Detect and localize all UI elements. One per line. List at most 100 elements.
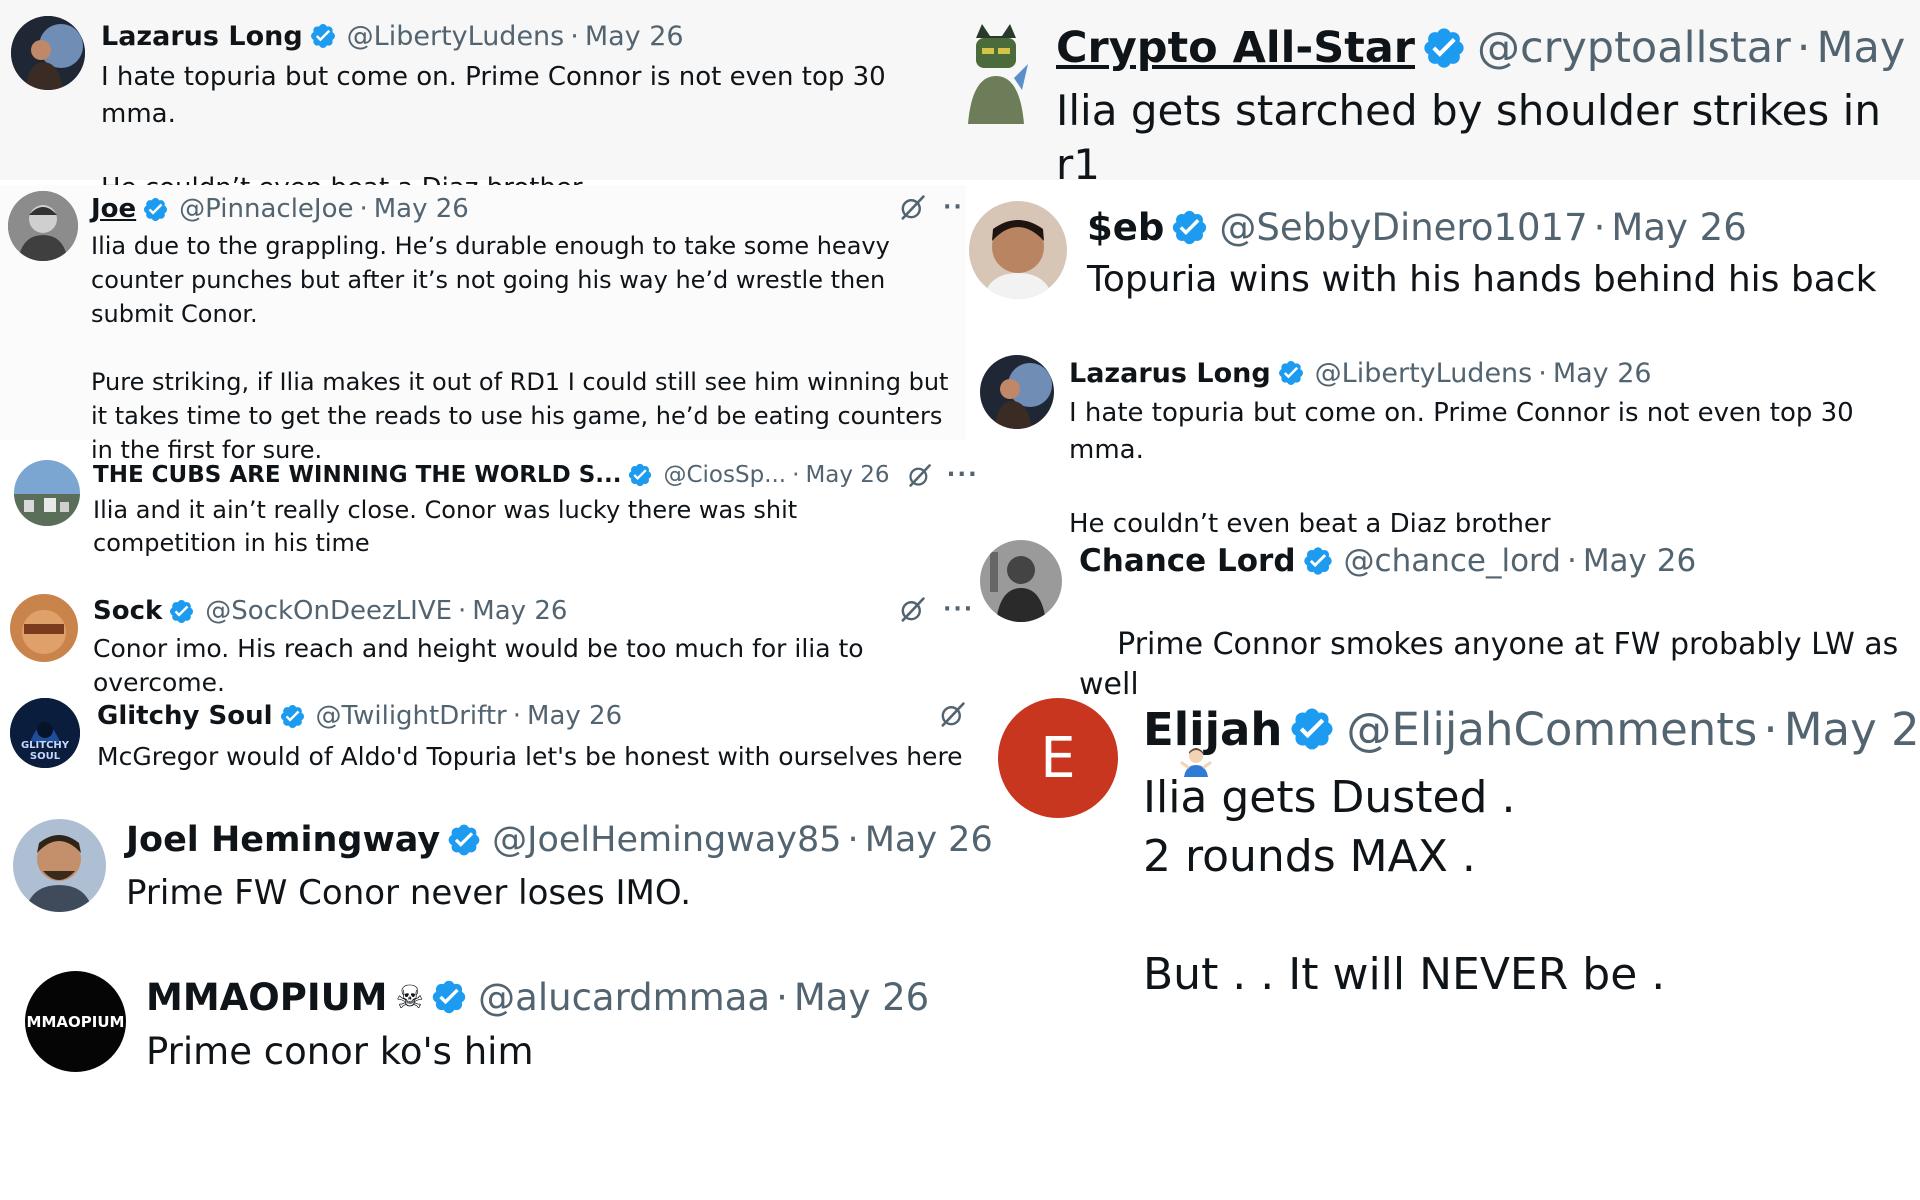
verified-badge-icon: [430, 978, 468, 1016]
verified-badge-icon: [1277, 359, 1305, 387]
avatar[interactable]: E: [998, 698, 1118, 818]
avatar[interactable]: [980, 355, 1054, 429]
verified-badge-icon: [627, 462, 653, 488]
avatar[interactable]: [11, 16, 85, 90]
avatar-image: [969, 201, 1067, 299]
avatar[interactable]: GLITCHY SOUL: [10, 698, 80, 768]
display-name[interactable]: Elijah: [1143, 703, 1282, 756]
tweet-card[interactable]: Crypto All-Star @cryptoallstar · May 26 …: [960, 0, 1920, 189]
timestamp[interactable]: May 26: [585, 21, 684, 52]
avatar-image: [980, 355, 1054, 429]
verified-badge-icon: [309, 22, 337, 50]
verified-badge-icon: [1302, 545, 1334, 577]
tweet-text: Prime conor ko's him: [146, 1030, 534, 1073]
avatar[interactable]: [14, 460, 80, 526]
grok-icon[interactable]: [898, 595, 927, 624]
tweet-card[interactable]: Lazarus Long @LibertyLudens · May 26 I h…: [0, 0, 966, 203]
display-name[interactable]: $eb: [1087, 206, 1164, 249]
verified-badge-icon: [168, 598, 195, 625]
avatar[interactable]: [8, 191, 78, 261]
tweet-card[interactable]: Joe @PinnacleJoe · May 26 ·· Ilia due to…: [0, 185, 966, 464]
tweet-text: Ilia and it ain’t really close. Conor wa…: [93, 496, 805, 557]
display-name[interactable]: Crypto All-Star: [1056, 23, 1415, 73]
timestamp[interactable]: May 26: [472, 596, 567, 626]
handle[interactable]: @PinnacleJoe: [179, 194, 353, 224]
separator-dot: ·: [1763, 702, 1778, 756]
timestamp[interactable]: May 26: [1583, 543, 1696, 579]
tweet-card[interactable]: Joel Hemingway @JoelHemingway85 · May 26…: [0, 805, 993, 925]
tweet-card[interactable]: Sock @SockOnDeezLIVE · May 26 ··· Conor …: [0, 585, 972, 697]
verified-badge-icon: [1421, 25, 1467, 71]
avatar-image: [13, 819, 106, 912]
verified-badge-icon: [446, 822, 482, 858]
handle[interactable]: @SockOnDeezLIVE: [205, 596, 452, 626]
handle[interactable]: @TwilightDriftr: [316, 701, 507, 731]
verified-badge-icon: [142, 196, 169, 223]
tweet-card[interactable]: $eb @SebbyDinero1017 · May 26 Topuria wi…: [960, 195, 1920, 325]
skull-crossbones-icon: ☠: [395, 978, 425, 1016]
separator-dot: ·: [847, 820, 859, 860]
separator-dot: ·: [1593, 205, 1606, 249]
timestamp[interactable]: May 26: [805, 462, 889, 488]
display-name[interactable]: Lazarus Long: [101, 21, 303, 52]
avatar[interactable]: [13, 819, 106, 912]
handle[interactable]: @LibertyLudens: [1315, 358, 1533, 389]
separator-dot: ·: [359, 194, 368, 224]
grok-icon[interactable]: [898, 193, 927, 222]
tweet-text: I hate topuria but come on. Prime Connor…: [1069, 398, 1854, 539]
avatar[interactable]: MMAOPIUM: [25, 971, 126, 1072]
display-name[interactable]: Joe: [91, 194, 136, 224]
separator-dot: ·: [1566, 543, 1577, 579]
avatar-image: [11, 16, 85, 90]
timestamp[interactable]: May 26: [527, 701, 622, 731]
handle[interactable]: @alucardmmaa: [478, 976, 770, 1019]
tweet-card[interactable]: Chance Lord @chance_lord · May 26 Prime …: [960, 530, 1920, 777]
verified-badge-icon: [279, 703, 306, 730]
timestamp[interactable]: May 26: [1553, 358, 1652, 389]
tweet-text: McGregor would of Aldo'd Topuria let's b…: [97, 742, 963, 771]
tweet-text: Prime FW Conor never loses IMO.: [126, 873, 692, 913]
handle[interactable]: @chance_lord: [1344, 543, 1561, 579]
tweet-text: Ilia gets Dusted . 2 rounds MAX . But . …: [1143, 772, 1666, 1000]
separator-dot: ·: [1796, 23, 1811, 73]
handle[interactable]: @CiosSp...: [663, 462, 786, 488]
avatar[interactable]: [10, 594, 78, 662]
avatar-image: [980, 540, 1062, 622]
grok-icon[interactable]: [906, 462, 933, 489]
avatar-image: [8, 191, 78, 261]
avatar-image: [960, 20, 1032, 124]
handle[interactable]: @SebbyDinero1017: [1219, 206, 1587, 249]
tweet-card[interactable]: E Elijah @ElijahComments · May 26 Ilia g…: [960, 680, 1920, 1040]
timestamp[interactable]: May 26: [794, 976, 929, 1019]
display-name[interactable]: Joel Hemingway: [126, 820, 440, 860]
timestamp[interactable]: May 26: [1816, 23, 1920, 73]
avatar-text: GLITCHY SOUL: [20, 740, 70, 762]
display-name[interactable]: Lazarus Long: [1069, 358, 1271, 389]
display-name[interactable]: Sock: [93, 596, 162, 626]
timestamp[interactable]: May 26: [1611, 206, 1746, 249]
handle[interactable]: @JoelHemingway85: [492, 820, 841, 860]
handle[interactable]: @ElijahComments: [1346, 703, 1757, 756]
tweet-card[interactable]: MMAOPIUM MMAOPIUM ☠ @alucardmmaa · May 2…: [0, 955, 966, 1085]
avatar-letter: E: [1040, 725, 1076, 791]
avatar[interactable]: [980, 540, 1062, 622]
handle[interactable]: @cryptoallstar: [1477, 23, 1791, 73]
display-name[interactable]: MMAOPIUM: [146, 976, 387, 1019]
tweet-card[interactable]: Lazarus Long @LibertyLudens · May 26 I h…: [960, 340, 1920, 539]
display-name[interactable]: THE CUBS ARE WINNING THE WORLD S...: [93, 462, 621, 488]
avatar[interactable]: [960, 20, 1032, 124]
timestamp[interactable]: May 26: [374, 194, 469, 224]
verified-badge-icon: [1288, 705, 1336, 753]
tweet-card[interactable]: THE CUBS ARE WINNING THE WORLD S... @Cio…: [0, 450, 977, 575]
display-name[interactable]: Glitchy Soul: [97, 701, 273, 731]
separator-dot: ·: [570, 20, 579, 52]
separator-dot: ·: [792, 462, 800, 488]
timestamp[interactable]: May 26: [1784, 703, 1920, 756]
avatar-image: [14, 460, 80, 526]
avatar[interactable]: [969, 201, 1067, 299]
tweet-text: Topuria wins with his hands behind his b…: [1087, 259, 1877, 300]
handle[interactable]: @LibertyLudens: [347, 21, 565, 52]
avatar-text: MMAOPIUM: [26, 1012, 125, 1031]
display-name[interactable]: Chance Lord: [1079, 543, 1296, 579]
tweet-card[interactable]: GLITCHY SOUL Glitchy Soul @TwilightDrift…: [0, 690, 966, 790]
